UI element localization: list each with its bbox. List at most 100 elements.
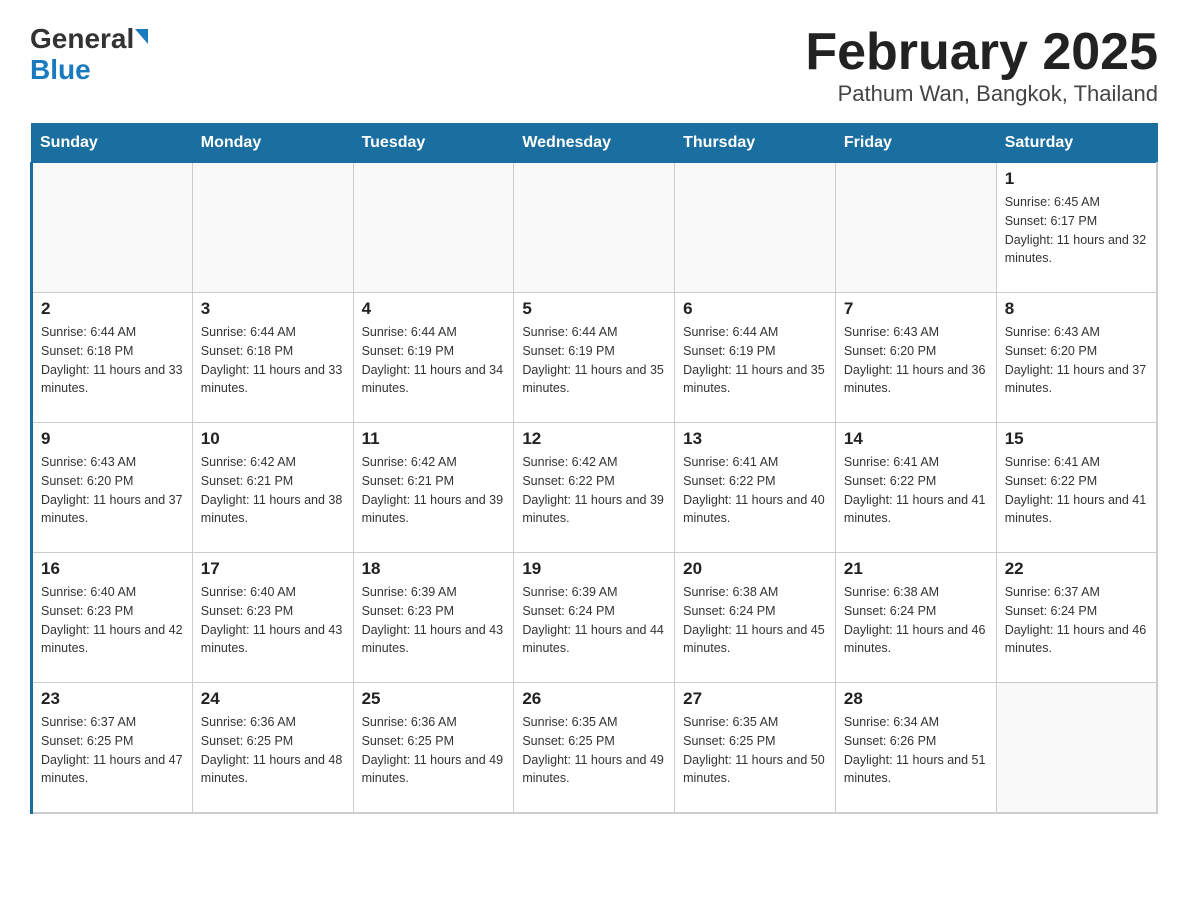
- day-info: Sunrise: 6:43 AM Sunset: 6:20 PM Daylight:…: [1005, 323, 1148, 398]
- day-info: Sunrise: 6:41 AMSunset: 6:22 PMDaylight:…: [1005, 453, 1148, 528]
- day-number: 9: [41, 429, 184, 449]
- calendar-cell: 16 Sunrise: 6:40 AMSunset: 6:23 PMDayligh…: [32, 553, 193, 683]
- calendar-cell: [353, 163, 514, 293]
- daylight: Daylight: 11 hours and 38 minutes.: [201, 493, 343, 526]
- day-number: 2: [41, 299, 184, 319]
- daylight: Daylight: 11 hours and 43 minutes.: [201, 623, 343, 656]
- daylight: Daylight: 11 hours and 47 minutes.: [41, 753, 183, 786]
- logo-general: General: [30, 23, 134, 54]
- day-info: Sunrise: 6:40 AMSunset: 6:23 PMDaylight:…: [41, 583, 184, 658]
- sunrise: Sunrise: 6:43 AM: [1005, 325, 1100, 339]
- sunset: Sunset: 6:21 PM: [201, 474, 293, 488]
- col-thursday: Thursday: [675, 124, 836, 163]
- calendar-cell: 22 Sunrise: 6:37 AMSunset: 6:24 PMDayligh…: [996, 553, 1157, 683]
- day-number: 28: [844, 689, 988, 709]
- sunset: Sunset: 6:20 PM: [41, 474, 133, 488]
- day-number: 5: [522, 299, 666, 319]
- calendar-cell: 9Sunrise: 6:43 AMSunset: 6:20 PMDaylight…: [32, 423, 193, 553]
- calendar-header-row: Sunday Monday Tuesday Wednesday Thursday…: [32, 124, 1158, 163]
- day-info: Sunrise: 6:38 AMSunset: 6:24 PMDaylight:…: [683, 583, 827, 658]
- day-info: Sunrise: 6:44 AMSunset: 6:18 PMDaylight:…: [41, 323, 184, 398]
- day-number: 11: [362, 429, 506, 449]
- calendar-week-row: 23 Sunrise: 6:37 AMSunset: 6:25 PMDayligh…: [32, 683, 1158, 813]
- sunrise: Sunrise: 6:37 AM: [1005, 585, 1100, 599]
- sunrise: Sunrise: 6:34 AM: [844, 715, 939, 729]
- col-monday: Monday: [192, 124, 353, 163]
- day-info: Sunrise: 6:37 AMSunset: 6:25 PMDaylight:…: [41, 713, 184, 788]
- calendar-cell: 27Sunrise: 6:35 AMSunset: 6:25 PMDayligh…: [675, 683, 836, 813]
- sunrise: Sunrise: 6:44 AM: [362, 325, 457, 339]
- calendar-cell: [835, 163, 996, 293]
- calendar-cell: [514, 163, 675, 293]
- sunrise: Sunrise: 6:35 AM: [683, 715, 778, 729]
- sunrise: Sunrise: 6:45 AM: [1005, 195, 1100, 209]
- sunrise: Sunrise: 6:42 AM: [362, 455, 457, 469]
- day-info: Sunrise: 6:37 AMSunset: 6:24 PMDaylight:…: [1005, 583, 1148, 658]
- sunset: Sunset: 6:22 PM: [1005, 474, 1097, 488]
- sunset: Sunset: 6:22 PM: [522, 474, 614, 488]
- sunset: Sunset: 6:25 PM: [201, 734, 293, 748]
- day-number: 4: [362, 299, 506, 319]
- daylight: Daylight: 11 hours and 50 minutes.: [683, 753, 825, 786]
- daylight: Daylight: 11 hours and 42 minutes.: [41, 623, 183, 656]
- daylight: Daylight: 11 hours and 41 minutes.: [844, 493, 986, 526]
- sunset: Sunset: 6:18 PM: [41, 344, 133, 358]
- calendar-cell: 18Sunrise: 6:39 AMSunset: 6:23 PMDayligh…: [353, 553, 514, 683]
- sunrise: Sunrise: 6:38 AM: [844, 585, 939, 599]
- calendar-subtitle: Pathum Wan, Bangkok, Thailand: [805, 81, 1158, 107]
- sunrise: Sunrise: 6:38 AM: [683, 585, 778, 599]
- sunrise: Sunrise: 6:43 AM: [844, 325, 939, 339]
- sunset: Sunset: 6:19 PM: [683, 344, 775, 358]
- day-number: 24: [201, 689, 345, 709]
- sunrise: Sunrise: 6:44 AM: [683, 325, 778, 339]
- day-number: 23: [41, 689, 184, 709]
- sunrise: Sunrise: 6:44 AM: [201, 325, 296, 339]
- sunset: Sunset: 6:19 PM: [522, 344, 614, 358]
- daylight: Daylight: 11 hours and 44 minutes.: [522, 623, 664, 656]
- sunset: Sunset: 6:22 PM: [844, 474, 936, 488]
- sunset: Sunset: 6:20 PM: [844, 344, 936, 358]
- day-info: Sunrise: 6:44 AM Sunset: 6:19 PM Daylight:…: [683, 323, 827, 398]
- day-info: Sunrise: 6:42 AMSunset: 6:22 PMDaylight:…: [522, 453, 666, 528]
- day-number: 7: [844, 299, 988, 319]
- calendar-cell: 7Sunrise: 6:43 AMSunset: 6:20 PMDaylight…: [835, 293, 996, 423]
- calendar-cell: 21Sunrise: 6:38 AMSunset: 6:24 PMDayligh…: [835, 553, 996, 683]
- day-info: Sunrise: 6:44 AMSunset: 6:19 PMDaylight:…: [522, 323, 666, 398]
- logo: General Blue: [30, 24, 148, 86]
- daylight: Daylight: 11 hours and 49 minutes.: [362, 753, 504, 786]
- calendar-cell: 8Sunrise: 6:43 AMSunset: 6:20 PMDaylight…: [996, 293, 1157, 423]
- calendar-cell: 26Sunrise: 6:35 AMSunset: 6:25 PMDayligh…: [514, 683, 675, 813]
- daylight: Daylight: 11 hours and 37 minutes.: [1005, 363, 1147, 396]
- calendar-cell: 6Sunrise: 6:44 AMSunset: 6:19 PMDaylight…: [675, 293, 836, 423]
- day-info: Sunrise: 6:41 AMSunset: 6:22 PMDaylight:…: [683, 453, 827, 528]
- sunset: Sunset: 6:23 PM: [201, 604, 293, 618]
- logo-text: General: [30, 24, 148, 55]
- sunset: Sunset: 6:19 PM: [362, 344, 454, 358]
- calendar-cell: 10Sunrise: 6:42 AMSunset: 6:21 PMDayligh…: [192, 423, 353, 553]
- calendar-week-row: 9Sunrise: 6:43 AMSunset: 6:20 PMDaylight…: [32, 423, 1158, 553]
- day-info: Sunrise: 6:34 AMSunset: 6:26 PMDaylight:…: [844, 713, 988, 788]
- daylight: Daylight: 11 hours and 35 minutes.: [683, 363, 825, 396]
- sunset: Sunset: 6:20 PM: [1005, 344, 1097, 358]
- col-tuesday: Tuesday: [353, 124, 514, 163]
- day-number: 3: [201, 299, 345, 319]
- day-number: 10: [201, 429, 345, 449]
- calendar-title-block: February 2025 Pathum Wan, Bangkok, Thail…: [805, 24, 1158, 107]
- daylight: Daylight: 11 hours and 37 minutes.: [41, 493, 183, 526]
- calendar-cell: 5 Sunrise: 6:44 AMSunset: 6:19 PMDaylight…: [514, 293, 675, 423]
- day-number: 21: [844, 559, 988, 579]
- calendar-cell: 12Sunrise: 6:42 AMSunset: 6:22 PMDayligh…: [514, 423, 675, 553]
- daylight: Daylight: 11 hours and 46 minutes.: [844, 623, 986, 656]
- calendar-table: Sunday Monday Tuesday Wednesday Thursday…: [30, 123, 1158, 814]
- col-saturday: Saturday: [996, 124, 1157, 163]
- calendar-cell: 23 Sunrise: 6:37 AMSunset: 6:25 PMDayligh…: [32, 683, 193, 813]
- day-number: 14: [844, 429, 988, 449]
- sunset: Sunset: 6:17 PM: [1005, 214, 1097, 228]
- calendar-week-row: 1Sunrise: 6:45 AMSunset: 6:17 PMDaylight…: [32, 163, 1158, 293]
- day-number: 16: [41, 559, 184, 579]
- calendar-cell: [675, 163, 836, 293]
- day-number: 27: [683, 689, 827, 709]
- calendar-cell: 25Sunrise: 6:36 AMSunset: 6:25 PMDayligh…: [353, 683, 514, 813]
- day-number: 22: [1005, 559, 1148, 579]
- day-info: Sunrise: 6:42 AMSunset: 6:21 PMDaylight:…: [362, 453, 506, 528]
